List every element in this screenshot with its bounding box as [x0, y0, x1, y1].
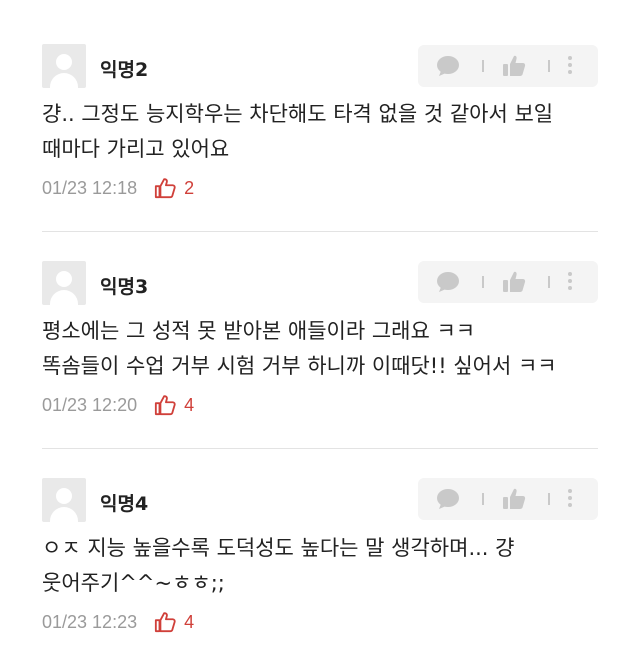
- like-count: 4: [184, 611, 195, 632]
- comment-meta: 01/23 12:23 4: [42, 610, 194, 634]
- thumbs-up-icon[interactable]: [502, 270, 526, 298]
- comment-meta: 01/23 12:20 4: [42, 393, 194, 417]
- comment-action-bar: [418, 261, 598, 303]
- comment-line: 평소에는 그 성적 못 받아본 애들이라 그래요 ㅋㅋ: [42, 319, 476, 343]
- like-count: 2: [184, 177, 195, 198]
- comment-body: 평소에는 그 성적 못 받아본 애들이라 그래요 ㅋㅋ 똑솜들이 수업 거부 시…: [42, 314, 612, 384]
- action-divider: [482, 493, 484, 505]
- action-divider: [482, 60, 484, 72]
- thumbs-up-icon[interactable]: [502, 487, 526, 515]
- anonymous-user-icon: [42, 44, 86, 88]
- anonymous-user-icon: [42, 261, 86, 305]
- chat-bubble-icon[interactable]: [436, 271, 460, 297]
- comment-line: 웃어주기^^~ㅎㅎ;;: [42, 571, 225, 595]
- thumbs-up-icon[interactable]: [502, 54, 526, 82]
- comment-divider: [42, 231, 598, 232]
- like-count: 4: [184, 394, 195, 415]
- action-divider: [482, 276, 484, 288]
- comment-line: 똑솜들이 수업 거부 시험 거부 하니까 이때닷!! 싶어서 ㅋㅋ: [42, 354, 557, 378]
- comment-line: 걍.. 그정도 능지학우는 차단해도 타격 없을 것 같아서 보일: [42, 102, 554, 126]
- action-divider: [548, 60, 550, 72]
- comment-timestamp: 01/23 12:20: [42, 394, 138, 415]
- more-vertical-icon[interactable]: [566, 489, 574, 509]
- more-vertical-icon[interactable]: [566, 272, 574, 292]
- comment-line: ㅇㅈ 지능 높을수록 도덕성도 높다는 말 생각하며... 걍: [42, 536, 515, 560]
- anonymous-user-icon: [42, 478, 86, 522]
- comment-timestamp: 01/23 12:18: [42, 177, 138, 198]
- action-divider: [548, 493, 550, 505]
- chat-bubble-icon[interactable]: [436, 488, 460, 514]
- action-divider: [548, 276, 550, 288]
- comment-action-bar: [418, 478, 598, 520]
- thumbs-up-outline-icon[interactable]: [154, 177, 176, 199]
- comment-divider: [42, 448, 598, 449]
- comment-body: 걍.. 그정도 능지학우는 차단해도 타격 없을 것 같아서 보일 때마다 가리…: [42, 97, 612, 167]
- comment-body: ㅇㅈ 지능 높을수록 도덕성도 높다는 말 생각하며... 걍 웃어주기^^~ㅎ…: [42, 531, 612, 601]
- comment-author: 익명2: [100, 59, 149, 81]
- chat-bubble-icon[interactable]: [436, 55, 460, 81]
- comment-author: 익명4: [100, 493, 149, 515]
- comment-action-bar: [418, 45, 598, 87]
- thumbs-up-outline-icon[interactable]: [154, 611, 176, 633]
- more-vertical-icon[interactable]: [566, 56, 574, 76]
- comment-meta: 01/23 12:18 2: [42, 176, 194, 200]
- comment-author: 익명3: [100, 276, 149, 298]
- comment-line: 때마다 가리고 있어요: [42, 137, 230, 161]
- thumbs-up-outline-icon[interactable]: [154, 394, 176, 416]
- comment-timestamp: 01/23 12:23: [42, 611, 138, 632]
